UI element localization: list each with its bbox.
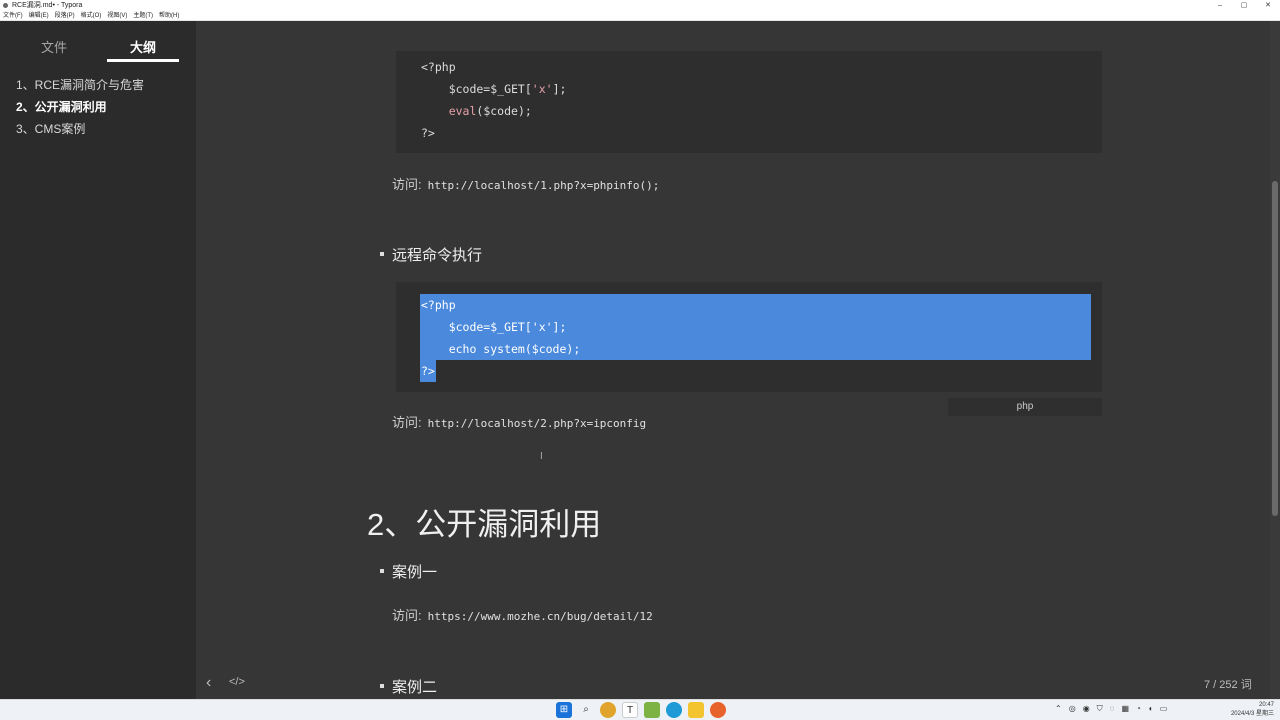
menu-file[interactable]: 文件(F) (3, 11, 23, 20)
visit-url: http://localhost/2.php?x=ipconfig (427, 417, 647, 430)
text-cursor-icon: I (540, 451, 543, 462)
windows-start-icon[interactable]: ⊞ (556, 702, 572, 718)
bullet-dot-icon (380, 252, 384, 257)
bullet-dot-icon (380, 684, 384, 689)
word-count[interactable]: 7 / 252 词 (1204, 676, 1252, 692)
outline-item-rce-intro[interactable]: 1、RCE漏洞简介与危害 (16, 74, 144, 96)
taskbar-clock[interactable]: 20:47 2024/4/3 星期三 (1231, 701, 1274, 719)
code-line-selected: <?php (420, 294, 1091, 316)
bullet-item: 案例一 (380, 561, 437, 582)
system-tray: ⌃ ◎ ◉ ⛉ ◌ ▦ ◔ ◖ ▭ (1055, 704, 1174, 714)
typora-app-icon (3, 3, 8, 8)
bullet-text: 案例二 (392, 679, 438, 696)
menu-theme[interactable]: 主题(T) (133, 11, 153, 20)
code-line-selected: echo system($code); (420, 338, 1091, 360)
visit-url: http://localhost/1.php?x=phpinfo(); (427, 179, 660, 192)
taskbar: ⊞ ⌕ T ⌃ ◎ ◉ ⛉ ◌ ▦ ◔ ◖ ▭ 20:47 2024/4/3 星… (0, 699, 1280, 720)
scrollbar-thumb[interactable] (1272, 181, 1278, 516)
code-language-tag[interactable]: php (948, 398, 1102, 416)
tab-files[interactable]: 文件 (41, 37, 67, 56)
visit-line: 访问: http://localhost/2.php?x=ipconfig (392, 412, 646, 431)
clock-date: 2024/4/3 星期三 (1230, 711, 1274, 717)
menu-view[interactable]: 视图(V) (107, 11, 127, 20)
code-line: $code=$_GET['x']; (421, 78, 567, 100)
outline-item-cms-case[interactable]: 3、CMS案例 (16, 118, 144, 140)
tray-network-icon[interactable]: ◎ (1069, 704, 1076, 714)
tray-mic-icon[interactable]: ◌ (1110, 704, 1115, 714)
collapse-sidebar-icon[interactable]: ‹ (206, 674, 211, 692)
visit-line: 访问: http://localhost/1.php?x=phpinfo(); (392, 174, 659, 193)
outline-item-public-exploit[interactable]: 2、公开漏洞利用 (16, 96, 144, 118)
bullet-item: 远程命令执行 (380, 244, 482, 265)
search-icon[interactable]: ⌕ (578, 702, 594, 718)
menu-edit[interactable]: 编辑(E) (29, 11, 49, 20)
window-title: RCE漏洞.md• - Typora (12, 2, 83, 9)
vertical-scrollbar[interactable] (1270, 21, 1280, 699)
maximize-button[interactable]: ▢ (1232, 0, 1256, 11)
bullet-text: 远程命令执行 (392, 247, 483, 264)
code-line: ?> (421, 126, 435, 140)
code-text: $code=$_GET[ (421, 82, 532, 96)
minimize-button[interactable]: – (1208, 0, 1232, 11)
code-line-selected: $code=$_GET['x']; (420, 316, 1091, 338)
code-block-eval[interactable]: <?php $code=$_GET['x']; eval($code); ?> (396, 51, 1102, 153)
tray-chevron-up-icon[interactable]: ⌃ (1055, 704, 1062, 714)
close-button[interactable]: ✕ (1256, 0, 1280, 11)
heading-public-exploit: 2、公开漏洞利用 (367, 507, 602, 542)
menu-bar: 文件(F) 编辑(E) 段落(P) 格式(O) 视图(V) 主题(T) 帮助(H… (0, 11, 1280, 21)
active-tab-indicator (107, 59, 179, 62)
source-code-mode-icon[interactable]: </> (229, 676, 245, 688)
visit-label: 访问: (392, 177, 422, 192)
clock-time: 20:47 (1258, 702, 1274, 708)
sidebar-tabs: 文件 大纲 (0, 33, 196, 63)
firefox-icon[interactable] (710, 702, 726, 718)
edge-icon[interactable] (666, 702, 682, 718)
code-text: ]; (552, 82, 567, 96)
code-line-selected: ?> (420, 360, 436, 382)
bullet-item: 案例二 (380, 676, 437, 697)
bullet-text: 案例一 (392, 564, 438, 581)
code-function: eval (448, 104, 477, 118)
tray-shield-icon[interactable]: ⛉ (1097, 704, 1103, 714)
title-bar: RCE漏洞.md• - Typora – ▢ ✕ (0, 0, 1280, 11)
chrome-icon[interactable] (600, 702, 616, 718)
sidebar: 文件 大纲 1、RCE漏洞简介与危害 2、公开漏洞利用 3、CMS案例 (0, 21, 196, 699)
outline-list: 1、RCE漏洞简介与危害 2、公开漏洞利用 3、CMS案例 (16, 74, 144, 140)
bullet-dot-icon (380, 569, 384, 574)
tray-battery-icon[interactable]: ▭ (1160, 704, 1168, 714)
code-text: ($code); (476, 104, 532, 118)
menu-format[interactable]: 格式(O) (81, 11, 102, 20)
menu-help[interactable]: 帮助(H) (159, 11, 179, 20)
editor-area[interactable]: <?php $code=$_GET['x']; eval($code); ?> … (196, 21, 1270, 699)
file-explorer-icon[interactable] (688, 702, 704, 718)
window-controls: – ▢ ✕ (1208, 0, 1280, 11)
visit-url: https://www.mozhe.cn/bug/detail/12 (427, 610, 653, 623)
taskbar-apps: ⊞ ⌕ T (556, 702, 732, 718)
notepad-icon[interactable] (644, 702, 660, 718)
code-line: <?php (421, 60, 456, 74)
code-line: eval($code); (421, 100, 532, 122)
tab-outline[interactable]: 大纲 (130, 37, 156, 56)
visit-label: 访问: (392, 608, 422, 623)
tray-wifi-icon[interactable]: ◔ (1136, 704, 1141, 714)
code-string: 'x' (531, 82, 553, 96)
menu-paragraph[interactable]: 段落(P) (55, 11, 75, 20)
typora-icon[interactable]: T (622, 702, 638, 718)
visit-line: 访问: https://www.mozhe.cn/bug/detail/12 (392, 605, 653, 624)
code-block-system[interactable]: <?php $code=$_GET['x']; echo system($cod… (396, 282, 1102, 392)
tray-volume-icon[interactable]: ◖ (1148, 704, 1153, 714)
tray-app-icon[interactable]: ▦ (1121, 704, 1129, 714)
visit-label: 访问: (392, 415, 422, 430)
tray-qq-icon[interactable]: ◉ (1083, 704, 1090, 714)
